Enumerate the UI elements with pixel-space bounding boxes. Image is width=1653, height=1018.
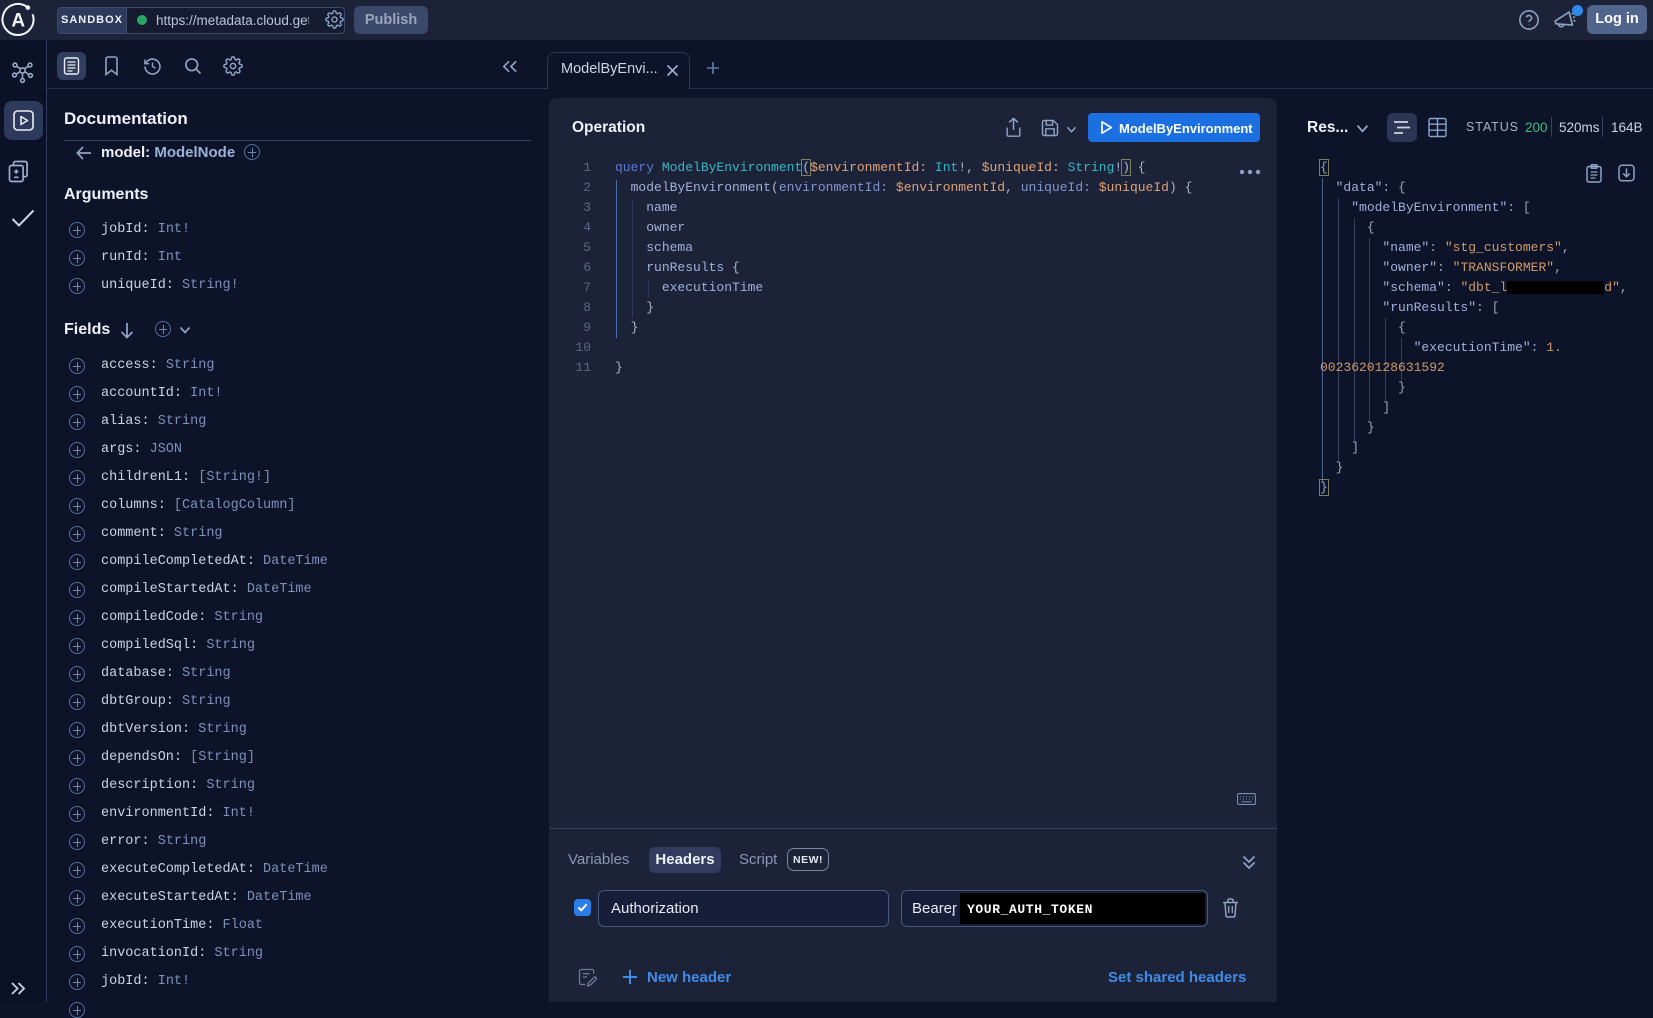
svg-text:A: A [11, 11, 25, 32]
